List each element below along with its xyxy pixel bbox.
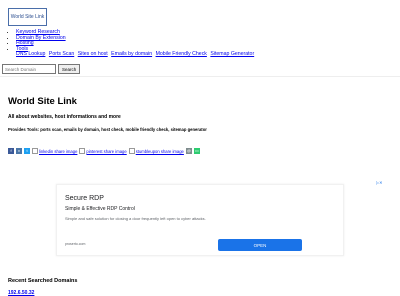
twitter-icon[interactable]: t	[24, 148, 30, 154]
tools-description: Provides Tools: ports scan, emails by do…	[8, 127, 207, 132]
ad-choices-icon[interactable]: ▷✕	[376, 180, 382, 185]
share-bar: f v t linkedin share image pinterest sha…	[8, 148, 200, 154]
broken-image-icon	[128, 148, 135, 154]
page: World Site Link Keyword Research Domain …	[0, 0, 400, 296]
tools-submenu: DNS Lookup Ports Scan Sites on host Emai…	[16, 52, 256, 58]
ad-domain: proserto.com	[65, 242, 86, 246]
tool-link-ports-scan[interactable]: Ports Scan	[49, 51, 74, 58]
tool-link-emails-by-domain[interactable]: Emails by domain	[111, 51, 152, 58]
page-subtitle: All about websites, host informations an…	[8, 114, 121, 120]
nav-item-tools: Tools DNS Lookup Ports Scan Sites on hos…	[16, 46, 256, 58]
stumbleupon-share-alt: stumbleupon share image	[135, 148, 184, 154]
tool-link-sites-on-host[interactable]: Sites on host	[78, 51, 108, 58]
tool-link-sitemap-generator[interactable]: Sitemap Generator	[210, 51, 254, 58]
stumbleupon-share-link[interactable]: stumbleupon share image	[128, 148, 184, 154]
ad-description: Simple and safe solution for closing a d…	[65, 216, 206, 221]
pinterest-share-alt: pinterest share image	[86, 148, 127, 154]
logo-text: World Site Link	[10, 14, 45, 20]
vk-icon[interactable]: v	[16, 148, 22, 154]
site-logo[interactable]: World Site Link	[8, 8, 47, 26]
search-form: Search	[2, 64, 81, 74]
linkedin-share-link[interactable]: linkedin share image	[32, 148, 77, 154]
divider	[0, 76, 400, 77]
ad-headline: Simple & Effective RDP Control	[65, 206, 135, 212]
tool-link-mobile-friendly-check[interactable]: Mobile Friendly Check	[156, 51, 207, 58]
page-title: World Site Link	[8, 96, 77, 107]
main-nav: Keyword Research Domain By Extension Hos…	[10, 29, 256, 58]
broken-image-icon	[32, 148, 38, 154]
recent-domain-item: 192.6.50.32	[8, 290, 34, 296]
broken-image-icon	[79, 148, 86, 154]
email-icon[interactable]: @	[185, 148, 192, 154]
search-input[interactable]	[2, 64, 56, 74]
tool-link-dns-lookup[interactable]: DNS Lookup	[16, 51, 45, 58]
recent-domain-link[interactable]: 192.6.50.32	[8, 290, 34, 296]
ad-open-button[interactable]: OPEN	[218, 239, 302, 251]
ad-title: Secure RDP	[65, 195, 104, 202]
ad-banner[interactable]: Secure RDP Simple & Effective RDP Contro…	[56, 184, 344, 256]
linkedin-share-alt: linkedin share image	[39, 148, 78, 154]
pinterest-share-link[interactable]: pinterest share image	[79, 148, 127, 154]
sms-icon[interactable]: ▭	[193, 148, 200, 154]
search-button[interactable]: Search	[58, 64, 81, 74]
facebook-icon[interactable]: f	[8, 148, 14, 154]
recent-domains-title: Recent Searched Domains	[8, 278, 78, 284]
